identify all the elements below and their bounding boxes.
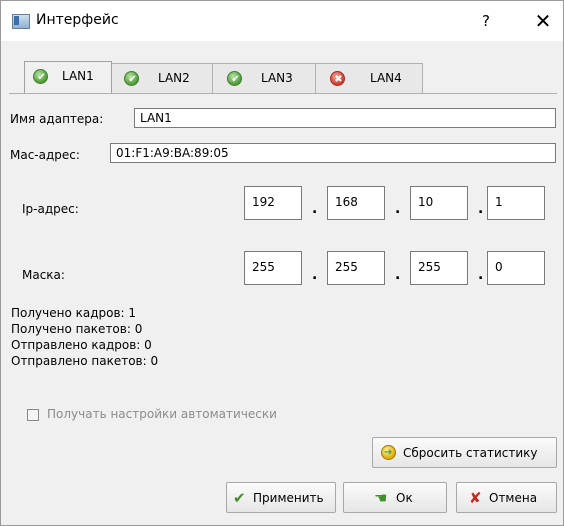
tab-label: LAN2: [158, 71, 190, 85]
statistics-block: Получено кадров: 1 Получено пакетов: 0 О…: [11, 305, 158, 369]
adapter-name-field[interactable]: LAN1: [134, 108, 556, 128]
refresh-icon: [381, 445, 396, 461]
ip-dot: .: [478, 201, 484, 217]
reset-statistics-button[interactable]: Сбросить статистику: [372, 437, 557, 468]
mask-octet-4[interactable]: 0: [487, 251, 545, 285]
x-circle-icon: ✖: [330, 71, 345, 86]
tab-label: LAN4: [370, 71, 402, 85]
ip-octet-2[interactable]: 168: [327, 186, 385, 220]
mac-label: Mac-адрес:: [10, 148, 80, 162]
ip-octet-3[interactable]: 10: [410, 186, 468, 220]
checkmark-icon: ✔: [233, 489, 246, 507]
ip-dot: .: [395, 201, 401, 217]
tab-lan1[interactable]: ✔ LAN1: [24, 61, 112, 93]
close-button[interactable]: ✕: [526, 7, 560, 35]
tab-panel-border: [9, 93, 557, 94]
mask-dot: .: [478, 267, 484, 283]
ip-dot: .: [312, 201, 318, 217]
cancel-label: Отмена: [489, 491, 538, 505]
ip-label: Ip-адрес:: [22, 202, 79, 216]
cancel-button[interactable]: ✘ Отмена: [456, 482, 557, 513]
apply-label: Применить: [253, 491, 324, 505]
title-bar: Интерфейс ? ✕: [1, 1, 563, 41]
mask-octet-3[interactable]: 255: [410, 251, 468, 285]
auto-settings-checkbox[interactable]: [27, 409, 39, 421]
apply-button[interactable]: ✔ Применить: [226, 482, 336, 513]
ok-button[interactable]: ☚ Ок: [343, 482, 447, 513]
tab-lan3[interactable]: ✔ LAN3: [212, 63, 316, 93]
check-circle-icon: ✔: [33, 69, 48, 84]
ip-octet-4[interactable]: 1: [487, 186, 545, 220]
packets-received-text: Получено пакетов: 0: [11, 322, 143, 336]
check-circle-icon: ✔: [227, 71, 242, 86]
check-circle-icon: ✔: [124, 71, 139, 86]
adapter-name-label: Имя адаптера:: [10, 112, 104, 126]
mac-field[interactable]: 01:F1:A9:BA:89:05: [110, 143, 556, 163]
mask-dot: .: [312, 267, 318, 283]
frames-sent-text: Отправлено кадров: 0: [11, 338, 152, 352]
mask-label: Маска:: [22, 268, 65, 282]
tab-lan4[interactable]: ✖ LAN4: [315, 63, 423, 93]
hand-arrow-icon: ☚: [374, 489, 388, 507]
window-title: Интерфейс: [36, 12, 119, 28]
interface-dialog: Интерфейс ? ✕ ✔ LAN1 ✔ LAN2 ✔ LAN3 ✖ LAN…: [0, 0, 564, 526]
mask-octet-1[interactable]: 255: [244, 251, 302, 285]
mask-dot: .: [395, 267, 401, 283]
ok-label: Ок: [396, 491, 413, 505]
frames-received-text: Получено кадров: 1: [11, 306, 137, 320]
x-icon: ✘: [469, 489, 482, 507]
help-button[interactable]: ?: [471, 9, 501, 33]
tab-lan2[interactable]: ✔ LAN2: [111, 63, 213, 93]
ip-octet-1[interactable]: 192: [244, 186, 302, 220]
tab-label: LAN1: [62, 69, 94, 83]
window-app-icon: [12, 14, 30, 29]
reset-statistics-label: Сбросить статистику: [403, 446, 538, 460]
auto-settings-label: Получать настройки автоматически: [47, 407, 277, 421]
packets-sent-text: Отправлено пакетов: 0: [11, 354, 159, 368]
mask-octet-2[interactable]: 255: [327, 251, 385, 285]
tab-label: LAN3: [261, 71, 293, 85]
